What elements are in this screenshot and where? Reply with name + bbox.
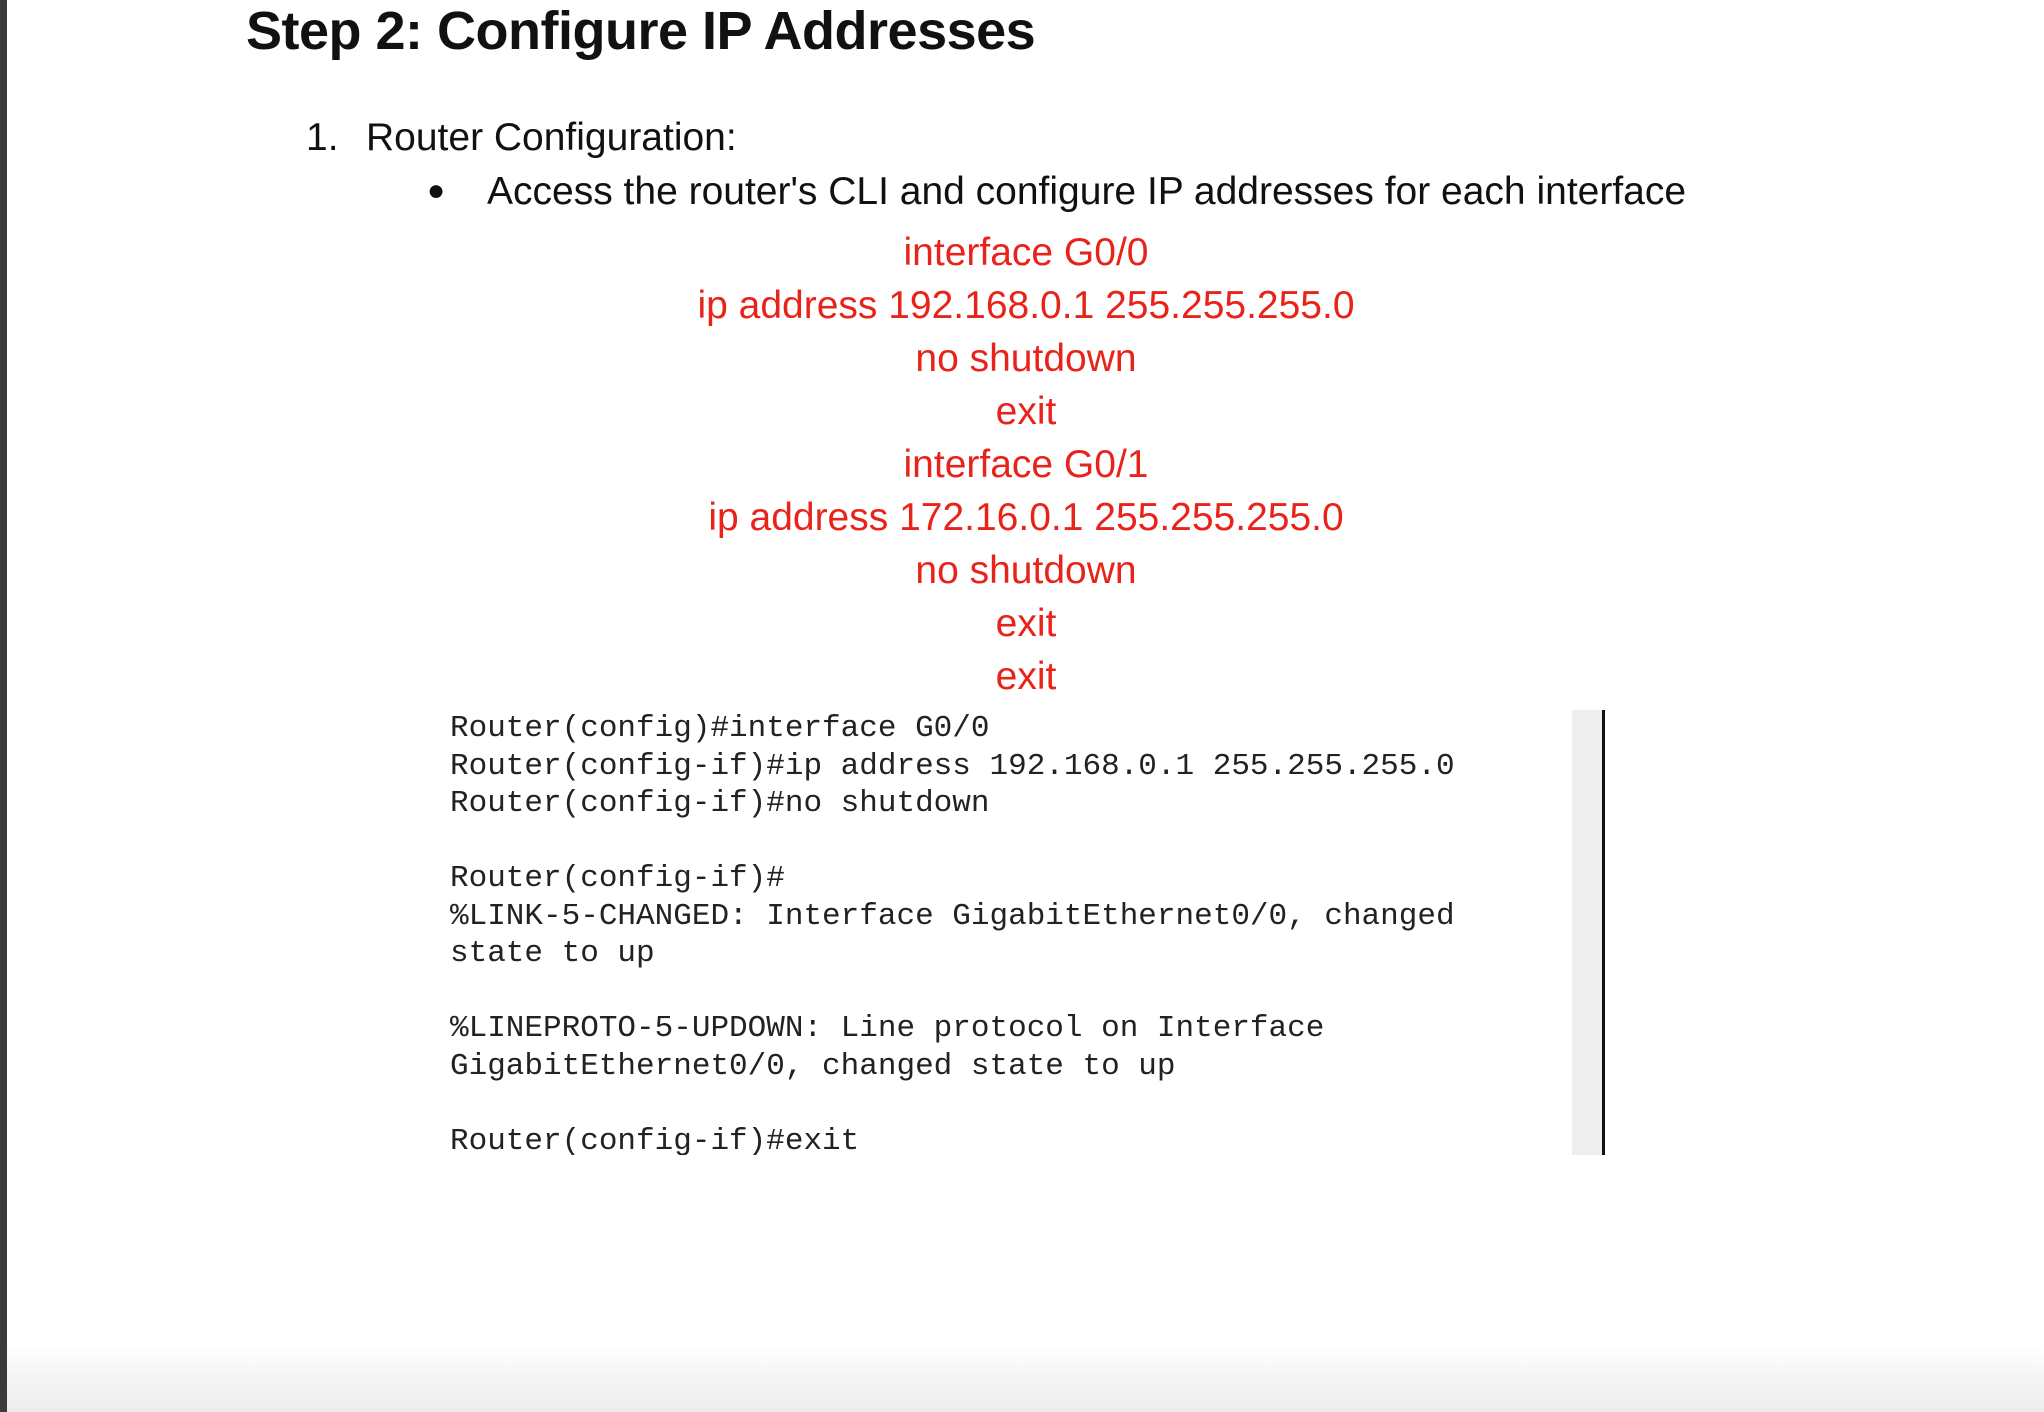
bottom-shadow	[7, 1342, 2044, 1412]
bullet-marker: ●	[427, 174, 446, 207]
terminal-line: Router(config-if)#ip address 192.168.0.1…	[450, 748, 1455, 784]
terminal-line: %LINEPROTO-5-UPDOWN: Line protocol on In…	[450, 1011, 1325, 1046]
window-left-edge	[0, 0, 7, 1412]
terminal-line: Router(config-if)#	[450, 861, 785, 896]
terminal-screenshot: Router(config)#interface G0/0 Router(con…	[420, 710, 1605, 1155]
step-item-router-configuration: 1. Router Configuration:	[306, 116, 737, 160]
terminal-line: Router(config)#interface G0/0	[450, 711, 990, 746]
terminal-line: Router(config-if)#no shutdown	[450, 786, 990, 821]
terminal-line: state to up	[450, 936, 655, 971]
terminal-line: GigabitEthernet0/0, changed state to up	[450, 1048, 1176, 1084]
command-line: ip address 172.16.0.1 255.255.255.0	[708, 496, 1344, 539]
step-label: Router Configuration:	[366, 116, 737, 159]
command-line: no shutdown	[915, 337, 1137, 380]
command-line: interface G0/0	[903, 231, 1149, 274]
terminal-line: %LINK-5-CHANGED: Interface GigabitEthern…	[450, 898, 1455, 934]
step-number: 1.	[306, 116, 339, 159]
page-title: Step 2: Configure IP Addresses	[246, 1, 1036, 61]
command-line: interface G0/1	[903, 443, 1149, 486]
command-line: exit	[995, 602, 1057, 645]
command-list: interface G0/0 ip address 192.168.0.1 25…	[600, 226, 1452, 703]
bullet-item-access-cli: ● Access the router's CLI and configure I…	[427, 170, 1686, 214]
command-line: exit	[995, 655, 1057, 698]
terminal-output: Router(config)#interface G0/0 Router(con…	[450, 710, 1455, 1155]
command-line: ip address 192.168.0.1 255.255.255.0	[697, 284, 1355, 327]
terminal-scrollbar[interactable]	[1572, 710, 1602, 1155]
terminal-line: Router(config-if)#exit	[450, 1123, 860, 1156]
bullet-text: Access the router's CLI and configure IP…	[487, 170, 1687, 213]
command-line: no shutdown	[915, 549, 1137, 592]
terminal-border	[1602, 710, 1605, 1155]
command-line: exit	[995, 390, 1057, 433]
